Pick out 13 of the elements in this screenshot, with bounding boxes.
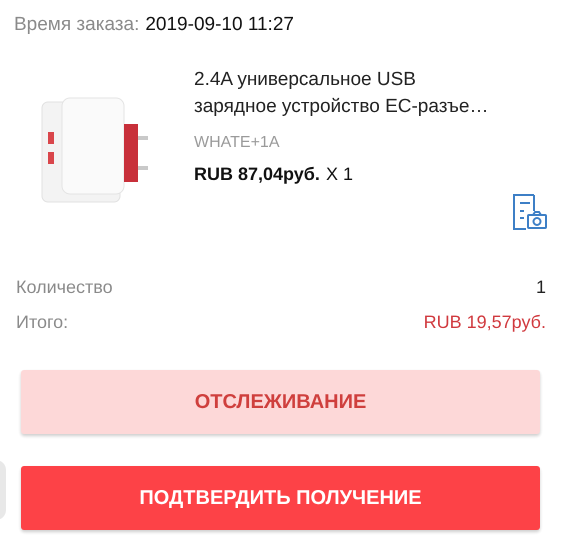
summary-value: 1 <box>536 276 546 299</box>
order-time-value: 2019-09-10 11:27 <box>145 13 294 37</box>
product-price: RUB 87,04руб. <box>194 164 320 185</box>
tracking-button[interactable]: ОТСЛЕЖИВАНИЕ <box>21 370 540 434</box>
product-quantity: X 1 <box>326 164 353 185</box>
order-time-label: Время заказа: <box>14 13 140 37</box>
product-title: 2.4A универсальное USB зарядное устройство EC-разъе… <box>194 68 490 119</box>
summary-label: Итого: <box>16 311 68 334</box>
summary-value: RUB 19,57руб. <box>424 311 546 334</box>
product-variant: WHATE+1A <box>194 134 280 152</box>
confirm-button[interactable]: ПОДТВЕРДИТЬ ПОЛУЧЕНИЕ <box>21 466 540 530</box>
document-camera-icon[interactable] <box>510 193 548 231</box>
summary-label: Количество <box>16 276 113 299</box>
